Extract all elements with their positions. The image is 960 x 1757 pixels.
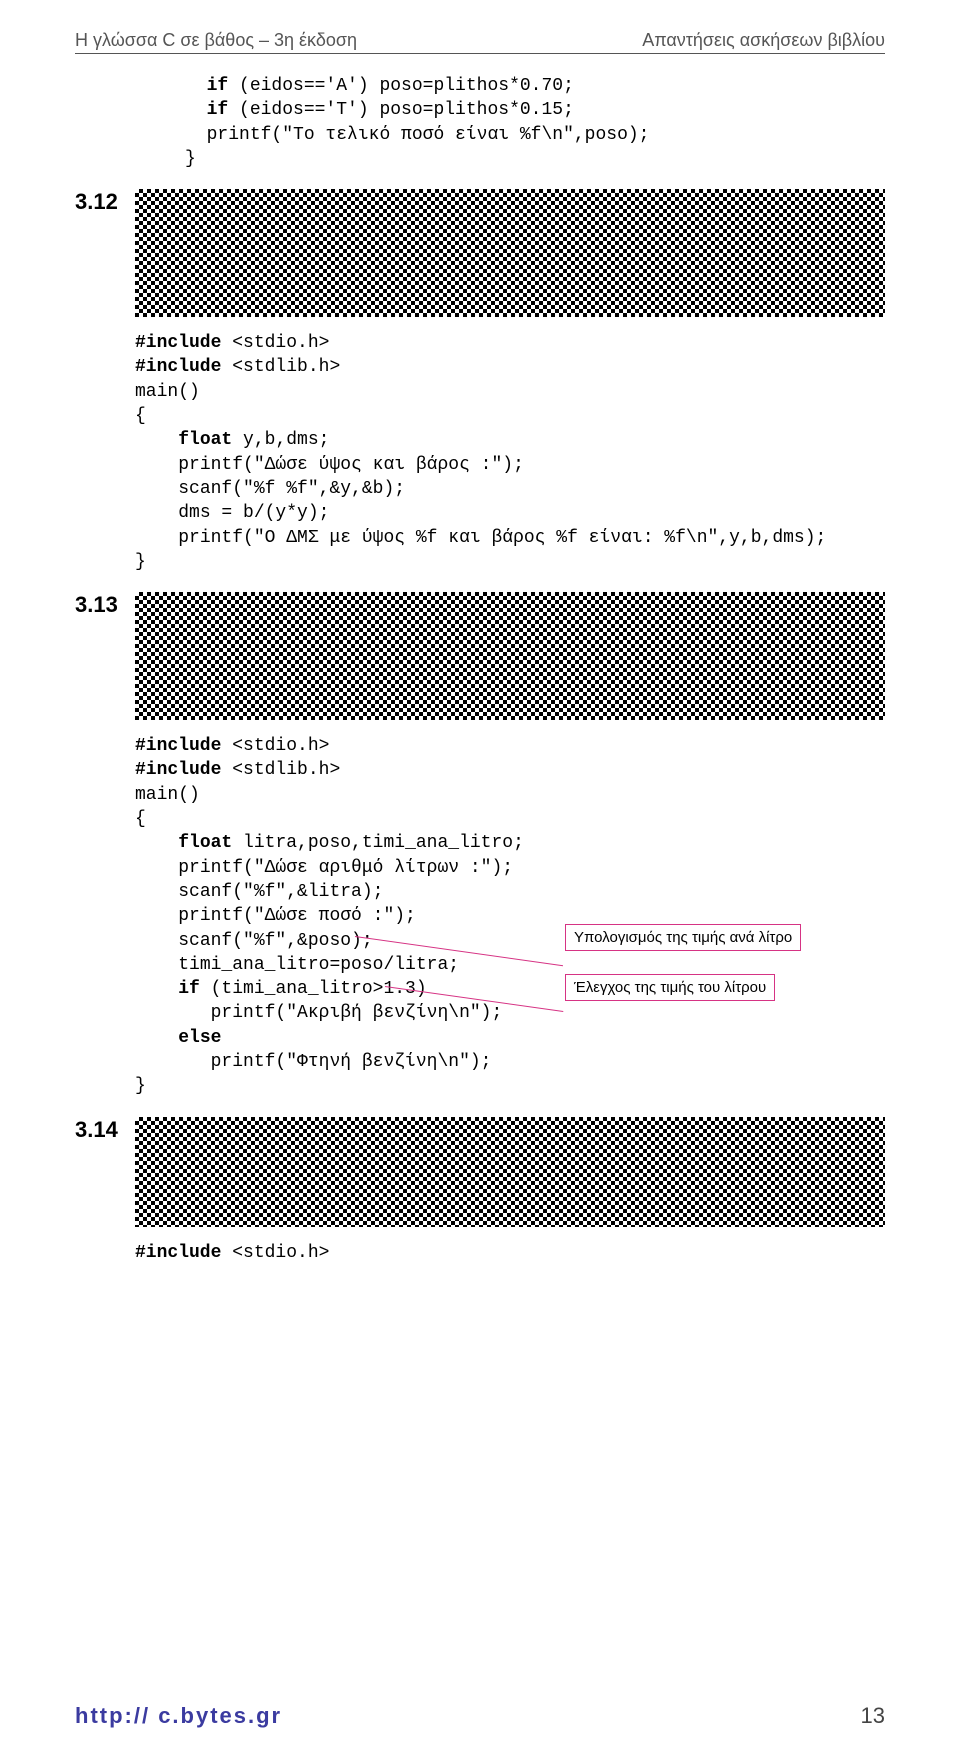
header-left: Η γλώσσα C σε βάθος – 3η έκδοση: [75, 30, 357, 51]
page-header: Η γλώσσα C σε βάθος – 3η έκδοση Απαντήσε…: [75, 30, 885, 51]
code-text: printf("Το τελικό ποσό είναι %f\n",poso)…: [207, 125, 650, 145]
footer-link[interactable]: http:// c.bytes.gr: [75, 1703, 282, 1729]
code-text: scanf("%f",&poso);: [178, 931, 372, 951]
annotation-text: Υπολογισμός της τιμής ανά λίτρο: [574, 929, 792, 946]
code-text: <stdio.h>: [221, 1243, 329, 1263]
code-text: {: [135, 406, 146, 426]
code-text: main(): [135, 382, 200, 402]
code-312: #include <stdio.h> #include <stdlib.h> m…: [135, 331, 885, 574]
code-text: scanf("%f %f",&y,&b);: [178, 479, 405, 499]
code-text: printf("Ακριβή βενζίνη\n");: [178, 1003, 502, 1023]
annotation-text: Έλεγχος της τιμής του λίτρου: [574, 979, 766, 996]
code-text: litra,poso,timi_ana_litro;: [232, 833, 524, 853]
code-text: printf("Δώσε ποσό :");: [178, 906, 416, 926]
code-text: }: [135, 552, 146, 572]
section-3-13: 3.13: [75, 592, 885, 720]
code-text: (timi_ana_litro>1.3): [200, 979, 427, 999]
section-body: [135, 189, 885, 317]
kw-include: #include: [135, 736, 221, 756]
code-text: y,b,dms;: [232, 430, 329, 450]
section-number: 3.12: [75, 189, 135, 215]
page-number: 13: [861, 1703, 885, 1729]
annotation-box: Έλεγχος της τιμής του λίτρου: [565, 974, 775, 1001]
section-3-14: 3.14: [75, 1117, 885, 1227]
code-text: printf("Δώσε ύψος και βάρος :");: [178, 455, 524, 475]
kw-if: if: [207, 76, 229, 96]
code-text: <stdlib.h>: [221, 357, 340, 377]
section-3-12: 3.12: [75, 189, 885, 317]
section-number: 3.13: [75, 592, 135, 618]
code-text: printf("Δώσε αριθμό λίτρων :");: [178, 858, 513, 878]
redacted-checker: [135, 592, 885, 720]
code-text: timi_ana_litro=poso/litra;: [178, 955, 459, 975]
page: Η γλώσσα C σε βάθος – 3η έκδοση Απαντήσε…: [0, 0, 960, 1757]
code-314-block: #include <stdio.h>: [75, 1241, 885, 1265]
code-314: #include <stdio.h>: [135, 1241, 885, 1265]
section-body: [135, 1117, 885, 1227]
code-text: scanf("%f",&litra);: [178, 882, 383, 902]
code-text: (eidos=='T') poso=plithos*0.15;: [228, 100, 574, 120]
kw-include: #include: [135, 333, 221, 353]
code-text: }: [185, 149, 196, 169]
code-text: <stdio.h>: [221, 333, 329, 353]
kw-else: else: [178, 1028, 221, 1048]
kw-if: if: [178, 979, 200, 999]
redacted-checker: [135, 1117, 885, 1227]
code-text: dms = b/(y*y);: [178, 503, 329, 523]
code-text: <stdio.h>: [221, 736, 329, 756]
code-text: printf("Φτηνή βενζίνη\n");: [178, 1052, 491, 1072]
code-text: main(): [135, 785, 200, 805]
header-rule: [75, 53, 885, 54]
code-text: <stdlib.h>: [221, 760, 340, 780]
annotation-box: Υπολογισμός της τιμής ανά λίτρο: [565, 924, 801, 951]
kw-if: if: [207, 100, 229, 120]
kw-include: #include: [135, 1243, 221, 1263]
code-top: if (eidos=='A') poso=plithos*0.70; if (e…: [185, 74, 885, 171]
code-text: }: [135, 1076, 146, 1096]
code-313: #include <stdio.h> #include <stdlib.h> m…: [135, 734, 885, 1098]
section-number: 3.14: [75, 1117, 135, 1143]
code-312-block: #include <stdio.h> #include <stdlib.h> m…: [75, 331, 885, 574]
kw-float: float: [178, 833, 232, 853]
redacted-checker: [135, 189, 885, 317]
section-body: [135, 592, 885, 720]
code-text: (eidos=='A') poso=plithos*0.70;: [228, 76, 574, 96]
kw-float: float: [178, 430, 232, 450]
code-top-block: if (eidos=='A') poso=plithos*0.70; if (e…: [75, 74, 885, 171]
code-text: {: [135, 809, 146, 829]
kw-include: #include: [135, 760, 221, 780]
code-313-block: Υπολογισμός της τιμής ανά λίτρο Έλεγχος …: [75, 734, 885, 1098]
page-footer: http:// c.bytes.gr 13: [75, 1703, 885, 1729]
header-right: Απαντήσεις ασκήσεων βιβλίου: [642, 30, 885, 51]
code-text: printf("Ο ΔΜΣ με ύψος %f και βάρος %f εί…: [178, 528, 826, 548]
kw-include: #include: [135, 357, 221, 377]
